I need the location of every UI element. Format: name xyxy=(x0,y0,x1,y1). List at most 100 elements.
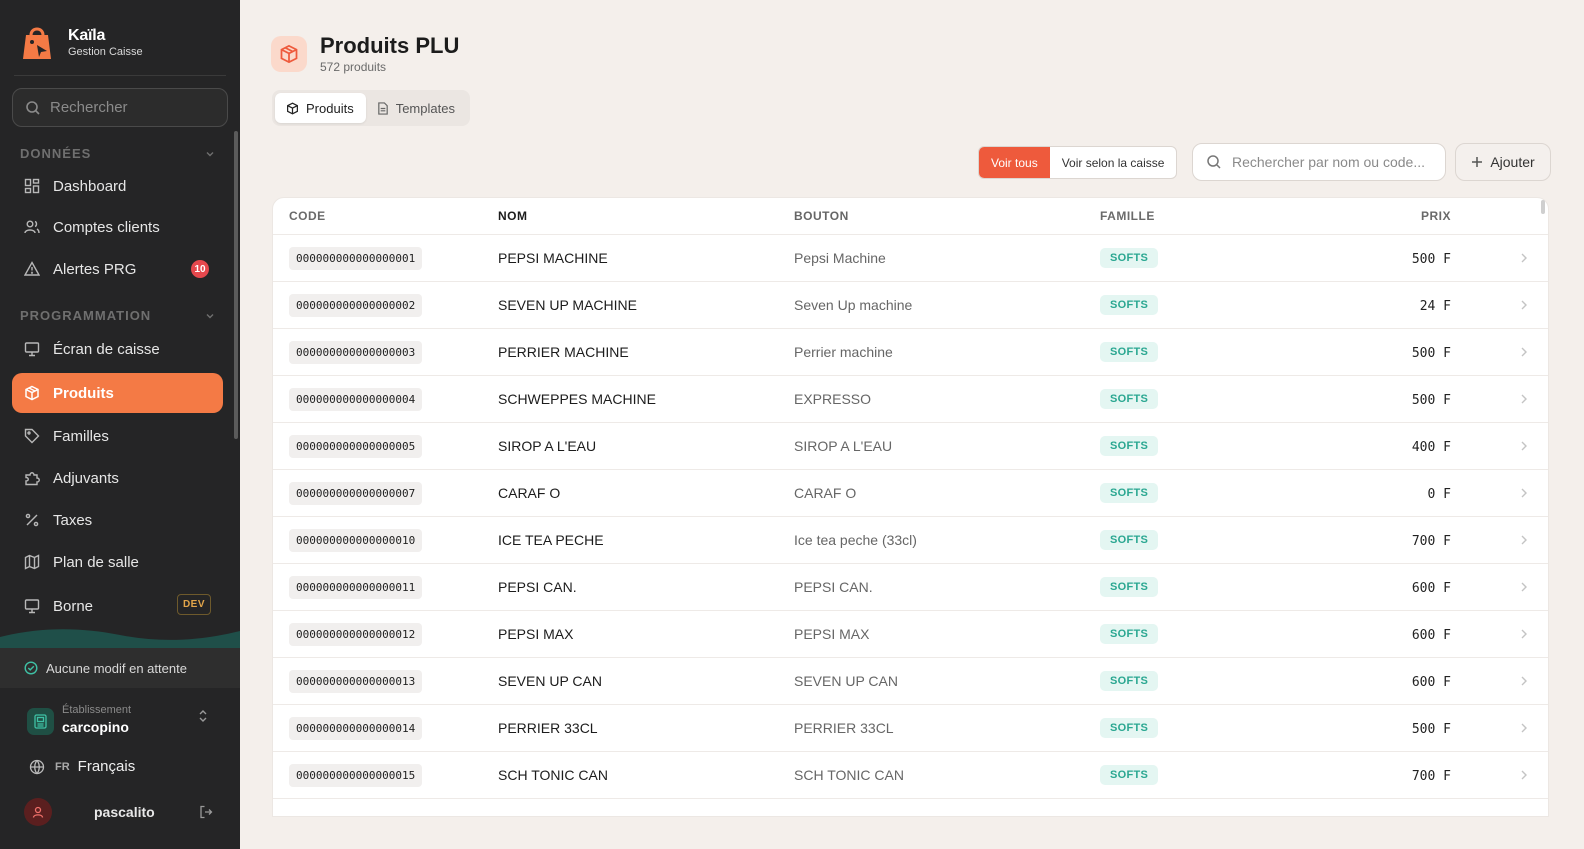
column-header-code[interactable]: CODE xyxy=(273,209,498,223)
brand-name: Kaïla xyxy=(68,26,106,44)
chevron-right-icon xyxy=(1521,394,1527,404)
logout-icon[interactable] xyxy=(199,805,213,819)
table-row[interactable]: 000000000000000015 SCH TONIC CAN SCH TON… xyxy=(273,752,1548,799)
sidebar-item-label: Écran de caisse xyxy=(53,340,160,358)
family-badge: SOFTS xyxy=(1100,342,1159,362)
sidebar-item-comptes-clients[interactable]: Comptes clients xyxy=(12,207,223,247)
table-row[interactable]: 000000000000000012 PEPSI MAX PEPSI MAX S… xyxy=(273,611,1548,658)
product-code: 000000000000000010 xyxy=(289,528,423,552)
chevron-right-icon xyxy=(1521,770,1527,780)
product-name: SCH TONIC CAN xyxy=(498,767,608,783)
section-programmation[interactable]: PROGRAMMATION xyxy=(20,308,216,323)
price-value: 0 xyxy=(1427,486,1436,502)
chevron-right-icon xyxy=(1521,441,1527,451)
table-row[interactable]: 000000000000000011 PEPSI CAN. PEPSI CAN.… xyxy=(273,564,1548,611)
pending-status: Aucune modif en attente xyxy=(0,648,240,688)
product-name: PEPSI MACHINE xyxy=(498,250,608,266)
sidebar-item-adjuvants[interactable]: Adjuvants xyxy=(12,458,223,498)
establishment-label: Établissement xyxy=(62,704,132,716)
sidebar-footer: Établissement carcopino FR Français pasc… xyxy=(0,688,240,849)
sidebar-scrollbar[interactable] xyxy=(234,131,238,439)
sidebar-item-produits[interactable]: Produits xyxy=(12,373,223,413)
family-badge: SOFTS xyxy=(1100,248,1159,268)
price-value: 700 xyxy=(1411,533,1436,549)
sidebar-item-familles[interactable]: Familles xyxy=(12,416,223,456)
table-row[interactable]: 000000000000000004 SCHWEPPES MACHINE EXP… xyxy=(273,376,1548,423)
family-badge: SOFTS xyxy=(1100,624,1159,644)
logo-icon xyxy=(23,27,51,59)
sidebar-item-plan-de-salle[interactable]: Plan de salle xyxy=(12,542,223,582)
tab-label: Produits xyxy=(306,100,354,116)
chevron-right-icon xyxy=(1521,347,1527,357)
view-by-register-button[interactable]: Voir selon la caisse xyxy=(1050,147,1177,178)
tab-label: Templates xyxy=(395,100,455,116)
table-row[interactable]: 000000000000000013 SEVEN UP CAN SEVEN UP… xyxy=(273,658,1548,705)
section-donnees[interactable]: DONNÉES xyxy=(20,146,216,161)
product-price: 0 F xyxy=(1428,487,1451,502)
column-header-bouton[interactable]: BOUTON xyxy=(794,209,1100,223)
product-search-input[interactable]: Rechercher par nom ou code... xyxy=(1192,143,1446,181)
sidebar-search-input[interactable]: Rechercher xyxy=(12,88,228,127)
sidebar-item-borne[interactable]: Borne DEV xyxy=(12,586,223,626)
table-row[interactable]: 000000000000000003 PERRIER MACHINE Perri… xyxy=(273,329,1548,376)
table-row[interactable]: 000000000000000005 SIROP A L'EAU SIROP A… xyxy=(273,423,1548,470)
product-name: PEPSI MAX xyxy=(498,626,574,642)
sidebar-item-dashboard[interactable]: Dashboard xyxy=(12,166,223,206)
alert-icon xyxy=(24,261,40,276)
puzzle-icon xyxy=(25,472,40,486)
table-row[interactable]: 000000000000000001 PEPSI MACHINE Pepsi M… xyxy=(273,235,1548,282)
table-row[interactable]: 000000000000000007 CARAF O CARAF O SOFTS… xyxy=(273,470,1548,517)
tab-produits[interactable]: Produits xyxy=(275,93,366,123)
users-icon xyxy=(24,220,40,234)
page-icon xyxy=(271,36,307,72)
column-header-prix[interactable]: PRIX xyxy=(1320,209,1451,223)
establishment-icon xyxy=(27,708,54,735)
table-row[interactable]: 000000000000000010 ICE TEA PECHE Ice tea… xyxy=(273,517,1548,564)
document-icon xyxy=(377,101,388,115)
alert-count-badge: 10 xyxy=(191,260,209,278)
chevron-right-icon xyxy=(1521,582,1527,592)
sidebar: Kaïla Gestion Caisse Rechercher DONNÉES … xyxy=(0,0,240,849)
price-value: 400 xyxy=(1411,439,1436,455)
family-badge: SOFTS xyxy=(1100,577,1159,597)
sidebar-item-label: Dashboard xyxy=(53,177,127,195)
price-value: 24 xyxy=(1419,298,1436,314)
view-all-button[interactable]: Voir tous xyxy=(979,147,1050,178)
product-code: 000000000000000005 xyxy=(289,434,423,458)
family-badge: SOFTS xyxy=(1100,671,1159,691)
family-badge: SOFTS xyxy=(1100,718,1159,738)
user-name: pascalito xyxy=(94,804,155,820)
check-circle-icon xyxy=(24,661,38,675)
product-button-label: PEPSI MAX xyxy=(794,626,870,642)
column-header-famille[interactable]: FAMILLE xyxy=(1100,209,1320,223)
sidebar-item-ecran-de-caisse[interactable]: Écran de caisse xyxy=(12,329,223,369)
product-name: PEPSI CAN. xyxy=(498,579,577,595)
language-selector[interactable]: FR Français xyxy=(29,758,135,775)
product-price: 600 F xyxy=(1412,581,1451,596)
table-row[interactable]: 000000000000000002 SEVEN UP MACHINE Seve… xyxy=(273,282,1548,329)
product-name: SCHWEPPES MACHINE xyxy=(498,391,656,407)
price-value: 600 xyxy=(1411,674,1436,690)
page-subtitle: 572 produits xyxy=(320,60,387,74)
product-price: 700 F xyxy=(1412,769,1451,784)
kiosk-icon xyxy=(24,599,40,614)
tab-templates[interactable]: Templates xyxy=(366,93,467,123)
product-button-label: PEPSI CAN. xyxy=(794,579,873,595)
column-header-nom[interactable]: NOM xyxy=(498,209,794,223)
product-button-label: SCH TONIC CAN xyxy=(794,767,904,783)
table-scrollbar[interactable] xyxy=(1541,200,1545,214)
product-price: 600 F xyxy=(1412,628,1451,643)
brand[interactable]: Kaïla Gestion Caisse xyxy=(20,22,143,62)
price-value: 500 xyxy=(1411,721,1436,737)
user-profile[interactable]: pascalito xyxy=(24,798,214,826)
price-value: 700 xyxy=(1411,768,1436,784)
chevron-right-icon xyxy=(1521,723,1527,733)
sidebar-search-placeholder: Rechercher xyxy=(50,99,128,116)
sidebar-item-label: Comptes clients xyxy=(53,218,160,236)
sidebar-item-taxes[interactable]: Taxes xyxy=(12,500,223,540)
sidebar-item-alertes-prg[interactable]: Alertes PRG 10 xyxy=(12,249,223,289)
add-button[interactable]: Ajouter xyxy=(1455,143,1551,181)
chevron-right-icon xyxy=(1521,535,1527,545)
table-row[interactable]: 000000000000000014 PERRIER 33CL PERRIER … xyxy=(273,705,1548,752)
product-button-label: SEVEN UP CAN xyxy=(794,673,898,689)
